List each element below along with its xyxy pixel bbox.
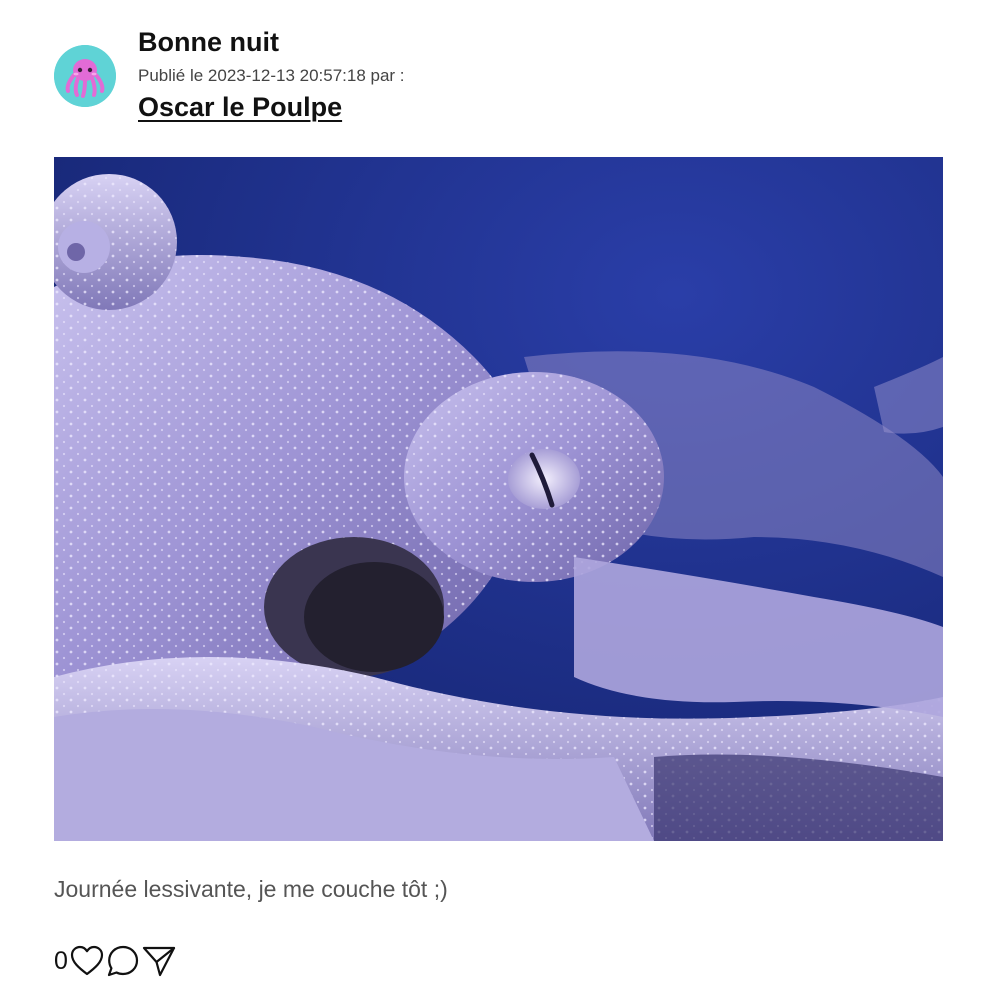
post-title: Bonne nuit [138, 27, 279, 57]
octopus-avatar-icon[interactable] [54, 45, 116, 107]
post-image [54, 157, 943, 841]
post-meta: Publié le 2023-12-13 20:57:18 par : [138, 66, 405, 85]
post-card: Bonne nuit Publié le 2023-12-13 20:57:18… [0, 0, 1000, 1000]
post-caption: Journée lessivante, je me couche tôt ;) [54, 876, 448, 902]
post-actions: 0 [54, 941, 177, 981]
like-count: 0 [54, 946, 68, 975]
author-link[interactable]: Oscar le Poulpe [138, 92, 342, 123]
send-paper-plane-icon[interactable] [141, 943, 177, 979]
heart-icon[interactable] [69, 943, 105, 979]
comment-bubble-icon[interactable] [105, 943, 141, 979]
